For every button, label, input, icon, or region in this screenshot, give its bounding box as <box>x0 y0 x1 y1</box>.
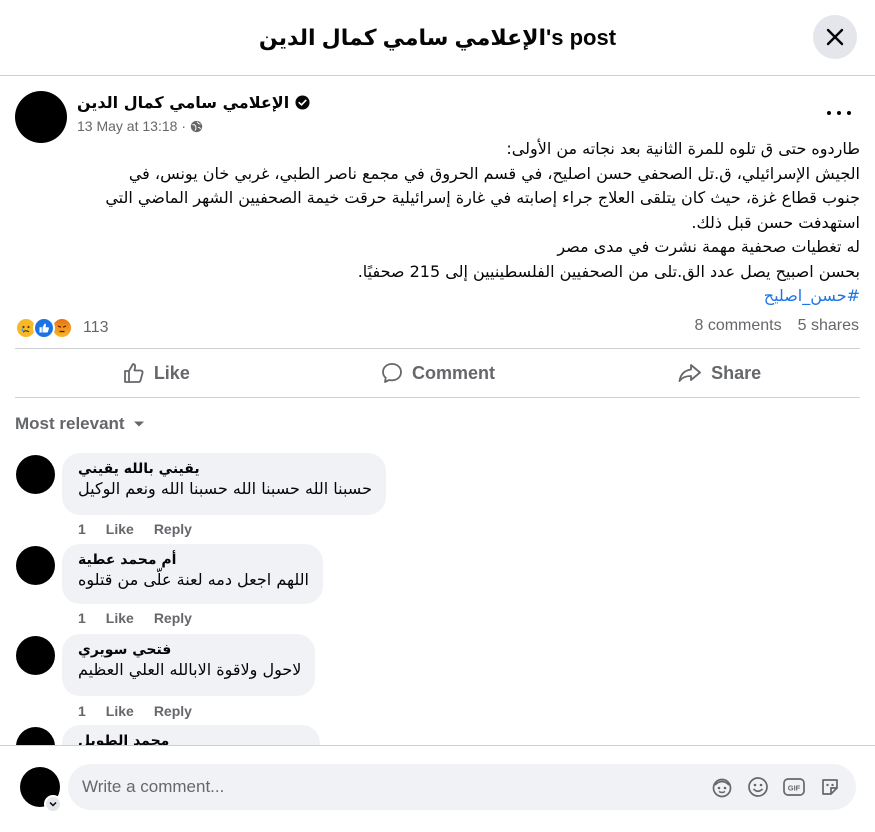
comment-reaction-count[interactable]: 1 <box>78 610 86 626</box>
sticker-icon <box>822 779 838 795</box>
dialog-title: الإعلامي سامي كمال الدين's post <box>258 24 617 50</box>
close-button[interactable] <box>813 15 857 59</box>
comment-reaction-count[interactable]: 1 <box>78 521 86 537</box>
hashtag-link[interactable]: #حسن_اصليح <box>764 286 860 305</box>
gif-icon: GIF <box>783 778 805 796</box>
account-switch-button[interactable] <box>44 795 62 813</box>
comments-count-link[interactable]: 8 comments <box>694 317 781 335</box>
comment-bubble: فتحي سويري لاحول ولاقوة الابالله العلي ا… <box>62 634 316 696</box>
comment-bubble: أم محمد عطية اللهم اجعل دمه لعنة علّى من… <box>62 544 323 604</box>
author-name[interactable]: الإعلامي سامي كمال الدين <box>77 93 289 112</box>
meta-separator: · <box>181 118 187 134</box>
comment-text: اللهم اجعل دمه لعنة علّى من قتلوه <box>78 570 309 589</box>
share-arrow-icon <box>678 364 702 382</box>
avatar-sticker-button[interactable] <box>710 775 734 799</box>
sticker-button[interactable] <box>818 775 842 799</box>
comment-composer: GIF <box>0 745 875 832</box>
gif-button[interactable]: GIF <box>782 775 806 799</box>
caret-down-icon <box>133 421 144 427</box>
comment-like-button[interactable]: Like <box>106 610 134 626</box>
comment-reaction-count[interactable]: 1 <box>78 703 86 719</box>
more-options-button[interactable] <box>827 105 851 121</box>
composer-tools: GIF <box>710 775 842 799</box>
comment-reply-button[interactable]: Reply <box>154 703 192 719</box>
commenter-name[interactable]: أم محمد عطية <box>78 552 309 568</box>
more-dot <box>847 111 851 115</box>
chevron-down-icon <box>49 801 57 807</box>
comment-footer: 1 Like Reply <box>78 610 192 626</box>
post-meta: 13 May at 13:18 · <box>77 118 203 134</box>
commenter-avatar[interactable] <box>16 546 55 585</box>
svg-text:GIF: GIF <box>788 784 801 793</box>
like-reaction-icon <box>33 317 55 339</box>
comment-footer: 1 Like Reply <box>78 703 192 719</box>
share-button[interactable]: Share <box>578 349 860 397</box>
commenter-name[interactable]: يقيني بالله يقيني <box>78 461 372 477</box>
comment-bubble: يقيني بالله يقيني حسبنا الله حسبنا الله … <box>62 453 386 515</box>
reactions-summary[interactable]: 113 <box>15 315 109 341</box>
like-button[interactable]: Like <box>15 349 297 397</box>
comment-reply-button[interactable]: Reply <box>154 521 192 537</box>
thumbs-up-icon <box>123 363 144 383</box>
post-line: له تغطيات صحفية مهمة نشرت في مدى مصر <box>557 237 860 256</box>
post-timestamp[interactable]: 13 May at 13:18 <box>77 118 177 134</box>
comment-like-button[interactable]: Like <box>106 703 134 719</box>
post-actions-bar: Like Comment Share <box>15 348 860 398</box>
commenter-name[interactable]: محمد الطويل <box>78 733 306 745</box>
comment-bubble: محمد الطويل <box>62 725 320 745</box>
globe-icon <box>190 120 203 132</box>
author-name-row: الإعلامي سامي كمال الدين <box>77 93 310 112</box>
post-line: جنوب قطاع غزة، حيث كان يتلقى العلاج جراء… <box>105 188 860 207</box>
post-body: طاردوه حتى ق تلوه للمرة الثانية بعد نجات… <box>18 137 860 309</box>
share-label: Share <box>711 362 762 383</box>
comment-text: حسبنا الله حسبنا الله حسبنا الله ونعم ال… <box>78 479 372 498</box>
commenter-avatar[interactable] <box>16 636 55 675</box>
emoji-button[interactable] <box>746 775 770 799</box>
comment-like-button[interactable]: Like <box>106 521 134 537</box>
shares-count-link[interactable]: 5 shares <box>798 317 859 335</box>
comment-footer: 1 Like Reply <box>78 521 192 537</box>
post-line: الجيش الإسرائيلي، ق.تل الصحفي حسن اصليح،… <box>128 163 860 183</box>
comment-button[interactable]: Comment <box>297 349 579 397</box>
comment-sort-dropdown[interactable]: Most relevant <box>15 414 145 434</box>
more-dots-icon <box>827 111 831 115</box>
like-label: Like <box>153 362 190 383</box>
close-icon <box>826 28 844 46</box>
commenter-avatar[interactable] <box>16 727 55 745</box>
commenter-name[interactable]: فتحي سويري <box>78 642 301 658</box>
engagement-counts: 8 comments 5 shares <box>694 317 859 335</box>
post-line: استهدفت حسن قبل ذلك. <box>691 212 860 232</box>
more-dot <box>837 111 841 115</box>
author-avatar[interactable] <box>15 91 67 143</box>
comment-input[interactable] <box>82 777 682 797</box>
avatar-sticker-icon <box>712 778 732 798</box>
comment-input-box: GIF <box>68 764 856 810</box>
verified-badge-icon <box>295 95 310 110</box>
dialog-header: الإعلامي سامي كمال الدين's post <box>0 0 875 76</box>
emoji-icon <box>748 777 768 797</box>
post-scroll-area[interactable]: الإعلامي سامي كمال الدين 13 May at 13:18… <box>0 77 875 745</box>
comment-text: لاحول ولاقوة الابالله العلي العظيم <box>78 660 302 679</box>
speech-bubble-icon <box>382 363 402 383</box>
commenter-avatar[interactable] <box>16 455 55 494</box>
reaction-count: 113 <box>83 319 109 336</box>
comment-reply-button[interactable]: Reply <box>154 610 192 626</box>
post-line: طاردوه حتى ق تلوه للمرة الثانية بعد نجات… <box>506 139 860 158</box>
comment-label: Comment <box>412 362 496 383</box>
sort-label: Most relevant <box>15 414 125 433</box>
post-line: بحسن اصبيح يصل عدد الق.تلى من الصحفيين ا… <box>357 261 860 281</box>
